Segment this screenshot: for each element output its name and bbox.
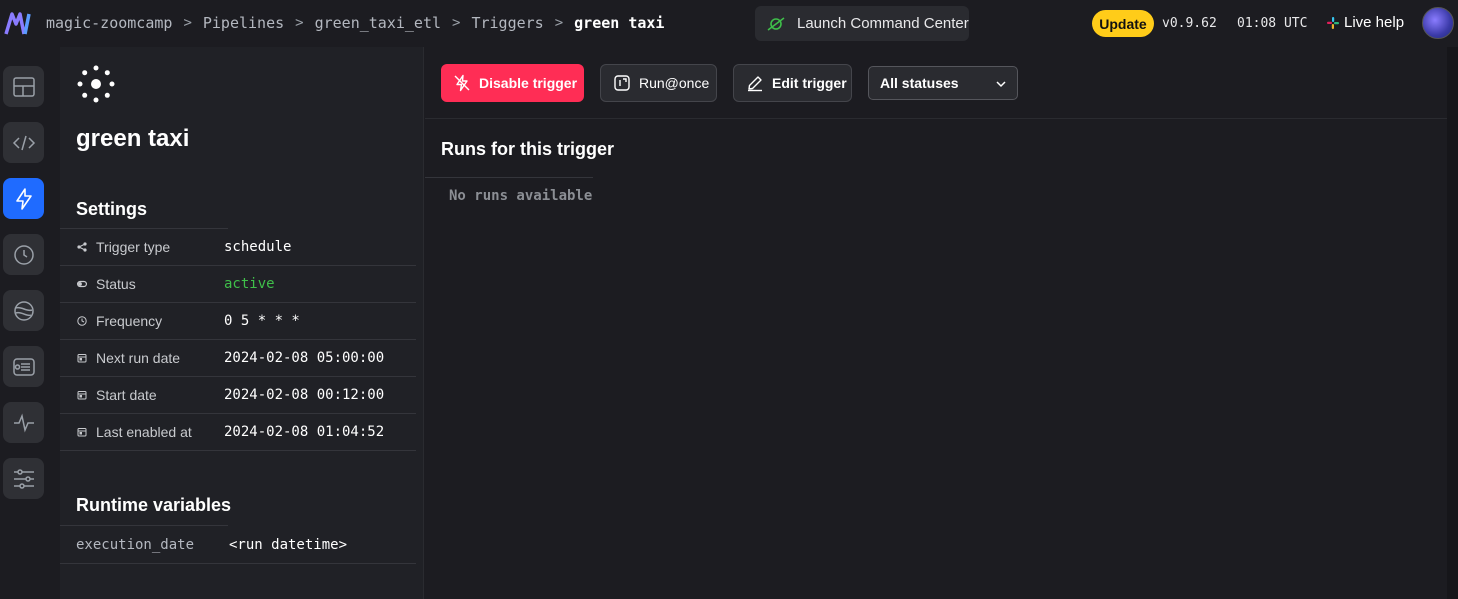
nav-triggers-button[interactable] <box>3 178 44 219</box>
slack-icon <box>1327 16 1339 29</box>
edit-trigger-label: Edit trigger <box>772 75 847 91</box>
settings-row-trigger-type: Trigger type schedule <box>60 229 416 266</box>
calendar-icon <box>77 428 87 437</box>
update-button[interactable]: Update <box>1092 10 1154 37</box>
settings-value: 2024-02-08 00:12:00 <box>224 387 385 403</box>
command-center-label: Launch Command Center <box>797 15 969 32</box>
terminal-icon <box>12 357 35 376</box>
calendar-icon <box>77 391 87 400</box>
settings-label: Next run date <box>96 350 181 366</box>
settings-row-status: Status active <box>60 266 416 303</box>
runs-divider <box>425 177 593 178</box>
settings-label: Start date <box>96 387 157 403</box>
breadcrumb-separator-icon: > <box>295 15 304 31</box>
breadcrumb-triggers[interactable]: Triggers <box>471 14 543 32</box>
breadcrumb-separator-icon: > <box>452 15 461 31</box>
live-help-label: Live help <box>1344 14 1405 31</box>
nav-backfills-button[interactable] <box>3 290 44 331</box>
version-label: v0.9.62 <box>1162 16 1217 31</box>
settings-title: Settings <box>76 199 148 219</box>
runs-title: Runs for this trigger <box>441 139 615 159</box>
launch-command-center-button[interactable]: Launch Command Center <box>755 6 969 41</box>
settings-label: Last enabled at <box>96 424 192 440</box>
settings-label: Trigger type <box>96 239 171 255</box>
breadcrumb-project[interactable]: magic-zoomcamp <box>46 14 172 32</box>
variable-value: <run datetime> <box>229 536 348 553</box>
breadcrumb-separator-icon: > <box>183 15 192 31</box>
settings-value: schedule <box>224 239 292 255</box>
status-filter-value: All statuses <box>880 75 959 91</box>
lightning-off-icon <box>454 74 470 92</box>
planet-icon <box>767 16 785 31</box>
time-label: 01:08 UTC <box>1237 16 1308 31</box>
disable-trigger-button[interactable]: Disable trigger <box>441 64 584 102</box>
settings-row-start-date: Start date 2024-02-08 00:12:00 <box>60 377 416 414</box>
breadcrumb: magic-zoomcamp > Pipelines > green_taxi_… <box>46 14 664 32</box>
clock-icon <box>13 244 34 265</box>
clock-icon <box>77 316 87 326</box>
run-once-label: Run@once <box>639 75 710 91</box>
chevron-down-icon <box>996 81 1006 88</box>
breadcrumb-pipelines[interactable]: Pipelines <box>203 14 284 32</box>
breadcrumb-current: green taxi <box>574 14 665 32</box>
settings-row-next-run: Next run date 2024-02-08 05:00:00 <box>60 340 416 377</box>
left-nav <box>0 47 47 599</box>
code-icon <box>12 135 35 150</box>
mage-logo-icon[interactable] <box>4 10 32 36</box>
variable-name: execution_date <box>76 536 195 553</box>
scrollbar-track[interactable] <box>1447 47 1458 599</box>
settings-label: Frequency <box>96 313 163 329</box>
trigger-name: green taxi <box>76 125 190 152</box>
settings-label: Status <box>96 276 136 292</box>
pulse-icon <box>13 413 34 432</box>
settings-value: 2024-02-08 01:04:52 <box>224 424 385 440</box>
settings-row-last-enabled: Last enabled at 2024-02-08 01:04:52 <box>60 414 416 451</box>
toggle-icon <box>77 280 87 288</box>
toolbar-divider <box>425 118 1447 119</box>
settings-value: 2024-02-08 05:00:00 <box>224 350 385 366</box>
nav-overview-button[interactable] <box>3 66 44 107</box>
settings-value: 0 5 * * * <box>224 313 300 329</box>
nav-runs-button[interactable] <box>3 234 44 275</box>
status-filter-select[interactable]: All statuses <box>868 66 1018 100</box>
runtime-variable-row: execution_date <run datetime> <box>60 526 416 564</box>
trigger-detail-panel: green taxi Settings Trigger type schedul… <box>60 47 424 599</box>
pencil-icon <box>748 76 762 92</box>
disable-trigger-label: Disable trigger <box>479 75 578 91</box>
calendar-icon <box>77 354 87 363</box>
nav-monitor-button[interactable] <box>3 402 44 443</box>
nav-code-button[interactable] <box>3 122 44 163</box>
run-once-button[interactable]: Run@once <box>600 64 717 102</box>
live-help-link[interactable]: Live help <box>1327 14 1404 31</box>
layout-icon <box>12 76 35 97</box>
user-avatar[interactable] <box>1422 7 1454 39</box>
nav-settings-button[interactable] <box>3 458 44 499</box>
empty-runs-message: No runs available <box>449 188 593 204</box>
edit-trigger-button[interactable]: Edit trigger <box>733 64 852 102</box>
sliders-icon <box>13 468 34 489</box>
breadcrumb-separator-icon: > <box>554 15 564 31</box>
top-header: magic-zoomcamp > Pipelines > green_taxi_… <box>0 0 1458 47</box>
nav-logs-button[interactable] <box>3 346 44 387</box>
settings-row-frequency: Frequency 0 5 * * * <box>60 303 416 340</box>
runtime-variables-title: Runtime variables <box>76 495 232 515</box>
runs-main-area: Disable trigger Run@once Edit trigger Al… <box>425 47 1447 599</box>
globe-icon <box>13 300 34 321</box>
share-icon <box>77 242 87 252</box>
lightning-icon <box>15 187 32 210</box>
sun-icon <box>77 65 115 103</box>
run-once-icon <box>614 75 630 91</box>
status-value: active <box>224 276 275 292</box>
breadcrumb-pipeline[interactable]: green_taxi_etl <box>315 14 441 32</box>
